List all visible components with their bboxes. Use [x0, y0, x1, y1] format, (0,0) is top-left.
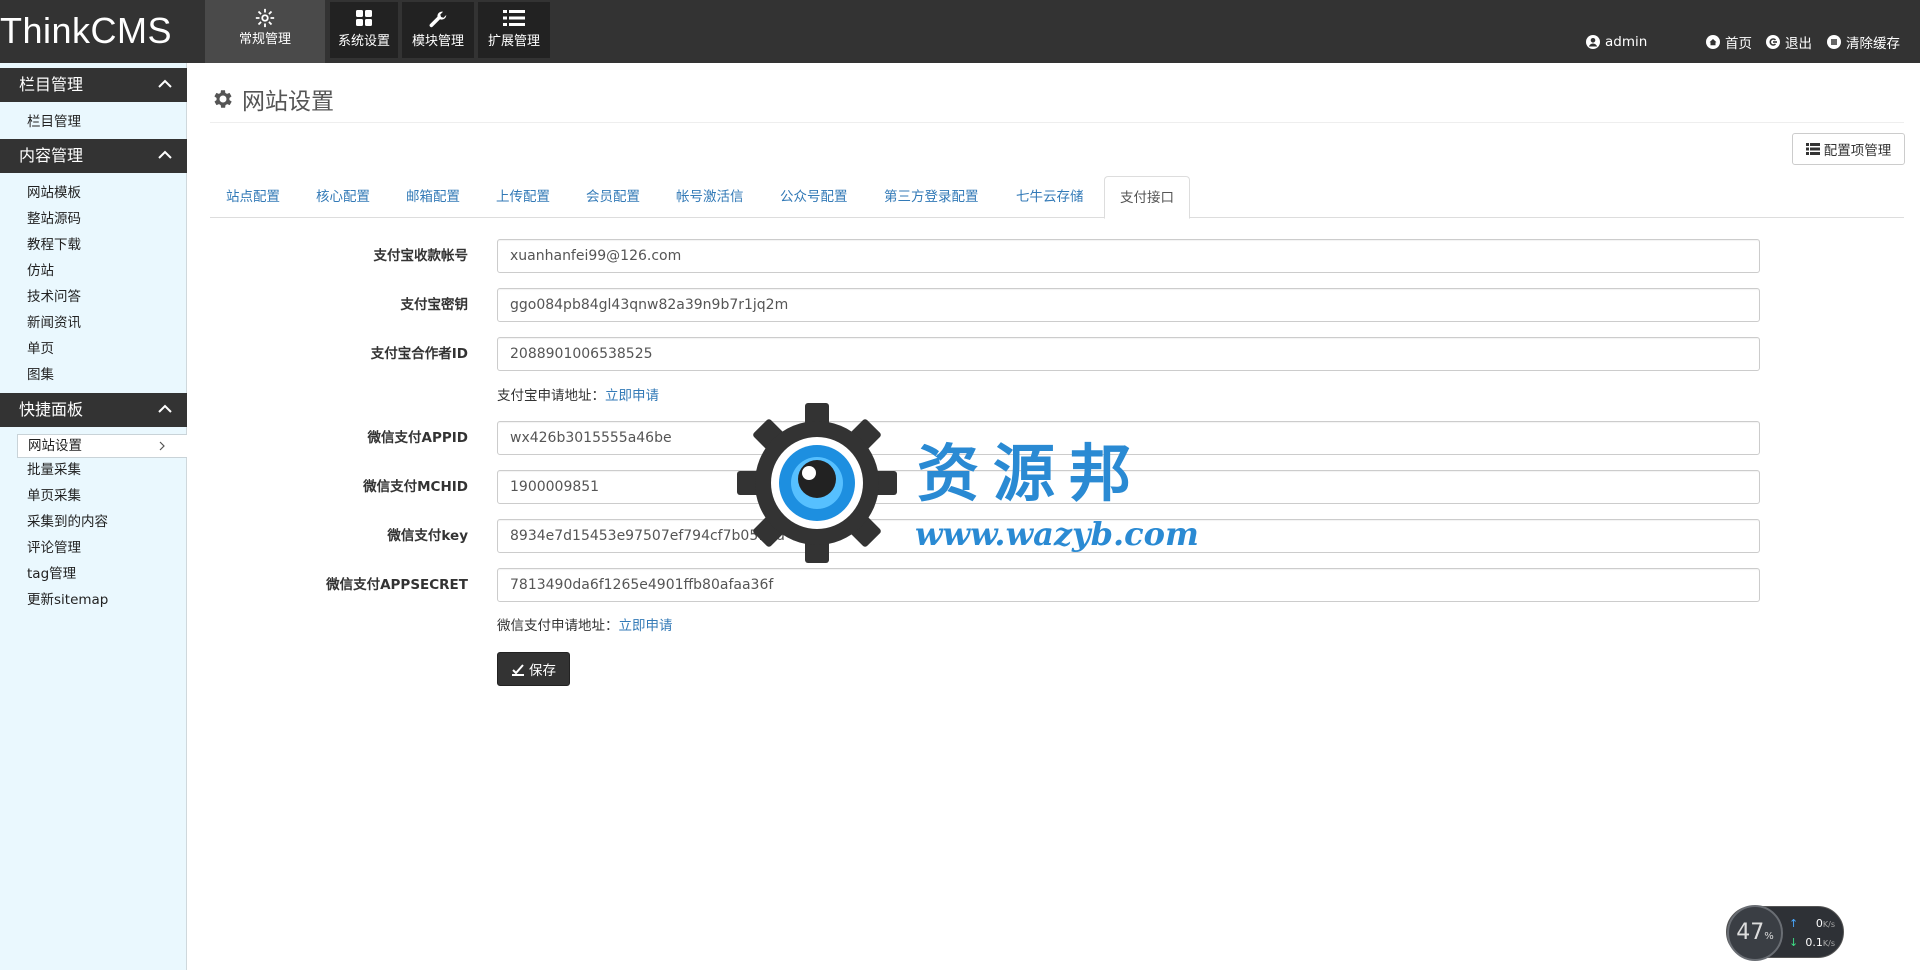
- wechat-appid-label: 微信支付APPID: [367, 430, 468, 446]
- arrow-down-icon: ↓: [1789, 936, 1799, 949]
- cog-icon: [214, 90, 232, 108]
- cog-icon: [205, 0, 325, 28]
- alipay-key-label: 支付宝密钥: [400, 297, 469, 313]
- sidebar-item-source[interactable]: 整站源码: [27, 208, 81, 230]
- download-speed: ↓ 0.1K/s: [1789, 936, 1835, 949]
- chevron-up-icon[interactable]: [157, 78, 173, 90]
- chevron-up-icon[interactable]: [157, 403, 173, 415]
- sidebar-section-quick[interactable]: 快捷面板: [0, 393, 187, 427]
- chevron-up-icon[interactable]: [157, 149, 173, 161]
- sidebar-item-collected[interactable]: 采集到的内容: [27, 511, 108, 533]
- sidebar-item-clone[interactable]: 仿站: [27, 260, 54, 282]
- arrow-up-icon: ↑: [1789, 917, 1799, 930]
- upload-speed: ↑ 0K/s: [1789, 917, 1835, 930]
- save-button[interactable]: 保存: [497, 652, 570, 686]
- module-tab-extensions[interactable]: 扩展管理: [478, 2, 550, 58]
- tab-email[interactable]: 邮箱配置: [406, 176, 460, 218]
- save-icon: [512, 663, 524, 676]
- user-icon: [1586, 35, 1600, 49]
- clear-cache-link[interactable]: 清除缓存: [1827, 32, 1900, 52]
- alipay-account-input[interactable]: [497, 239, 1760, 273]
- alipay-partner-label: 支付宝合作者ID: [370, 346, 468, 362]
- list-icon: [1805, 143, 1820, 155]
- sidebar-section-content[interactable]: 内容管理: [0, 139, 187, 173]
- wechat-key-input[interactable]: [497, 519, 1760, 553]
- sidebar-item-page-collect[interactable]: 单页采集: [27, 485, 81, 507]
- sidebar-item-column-manage[interactable]: 栏目管理: [27, 111, 81, 133]
- alipay-apply-link[interactable]: 立即申请: [605, 388, 659, 404]
- top-navbar: ThinkCMS 常规管理 系统设置 模块管理 扩展管理 admin 首页 退出: [0, 0, 1920, 63]
- sidebar-section-column[interactable]: 栏目管理: [0, 68, 187, 102]
- grid-icon: [330, 2, 398, 30]
- list-icon: [478, 2, 550, 30]
- wechat-appsecret-input[interactable]: [497, 568, 1760, 602]
- home-link[interactable]: 首页: [1706, 32, 1752, 52]
- tab-wechat-mp[interactable]: 公众号配置: [780, 176, 848, 218]
- tab-payment[interactable]: 支付接口: [1104, 176, 1190, 219]
- cpu-percent: 47%: [1727, 905, 1783, 961]
- logout-icon: [1766, 35, 1780, 49]
- tab-site[interactable]: 站点配置: [226, 176, 280, 218]
- network-speed-widget[interactable]: 47% ↑ 0K/s ↓ 0.1K/s: [1726, 905, 1844, 961]
- wrench-icon: [402, 2, 474, 30]
- sidebar-item-tags[interactable]: tag管理: [27, 563, 76, 585]
- alipay-key-input[interactable]: [497, 288, 1760, 322]
- settings-tabs: 站点配置 核心配置 邮箱配置 上传配置 会员配置 帐号激活信 公众号配置 第三方…: [210, 176, 1904, 219]
- page-header: 网站设置: [210, 82, 334, 116]
- sidebar-item-gallery[interactable]: 图集: [27, 364, 54, 386]
- sidebar-item-qa[interactable]: 技术问答: [27, 286, 81, 308]
- wechat-apply-link[interactable]: 立即申请: [619, 618, 673, 634]
- wechat-appid-input[interactable]: [497, 421, 1760, 455]
- sidebar-item-batch-collect[interactable]: 批量采集: [27, 459, 81, 481]
- user-menu[interactable]: admin: [1586, 32, 1647, 52]
- logout-link[interactable]: 退出: [1766, 32, 1812, 52]
- wechat-key-label: 微信支付key: [387, 528, 468, 544]
- module-tab-system[interactable]: 系统设置: [330, 2, 398, 58]
- page-title: 网站设置: [242, 89, 334, 115]
- sidebar-item-site-settings[interactable]: 网站设置: [17, 434, 187, 458]
- tab-core[interactable]: 核心配置: [316, 176, 370, 218]
- clear-cache-icon: [1827, 35, 1841, 49]
- sidebar-item-templates[interactable]: 网站模板: [27, 182, 81, 204]
- tab-qiniu[interactable]: 七牛云存储: [1016, 176, 1084, 218]
- brand-logo[interactable]: ThinkCMS: [0, 8, 172, 54]
- chevron-right-icon: [159, 441, 165, 451]
- tab-third-party-login[interactable]: 第三方登录配置: [884, 176, 979, 218]
- tab-activation[interactable]: 帐号激活信: [676, 176, 744, 218]
- alipay-account-label: 支付宝收款帐号: [373, 248, 469, 264]
- sidebar-item-news[interactable]: 新闻资讯: [27, 312, 81, 334]
- wechat-help: 微信支付申请地址：立即申请: [497, 618, 673, 634]
- sidebar: 栏目管理 栏目管理 内容管理 网站模板 整站源码 教程下载 仿站 技术问答 新闻…: [0, 63, 187, 970]
- home-icon: [1706, 35, 1720, 49]
- divider: [210, 122, 1904, 123]
- tab-member[interactable]: 会员配置: [586, 176, 640, 218]
- alipay-partner-input[interactable]: [497, 337, 1760, 371]
- sidebar-item-comments[interactable]: 评论管理: [27, 537, 81, 559]
- module-tab-general[interactable]: 常规管理: [205, 0, 325, 63]
- config-manage-button[interactable]: 配置项管理: [1792, 133, 1905, 165]
- sidebar-item-single-page[interactable]: 单页: [27, 338, 54, 360]
- wechat-mchid-input[interactable]: [497, 470, 1760, 504]
- wechat-appsecret-label: 微信支付APPSECRET: [326, 577, 468, 593]
- sidebar-item-tutorials[interactable]: 教程下载: [27, 234, 81, 256]
- wechat-mchid-label: 微信支付MCHID: [363, 479, 468, 495]
- sidebar-item-sitemap[interactable]: 更新sitemap: [27, 589, 108, 611]
- tab-upload[interactable]: 上传配置: [496, 176, 550, 218]
- alipay-help: 支付宝申请地址：立即申请: [497, 388, 659, 404]
- module-tab-modules[interactable]: 模块管理: [402, 2, 474, 58]
